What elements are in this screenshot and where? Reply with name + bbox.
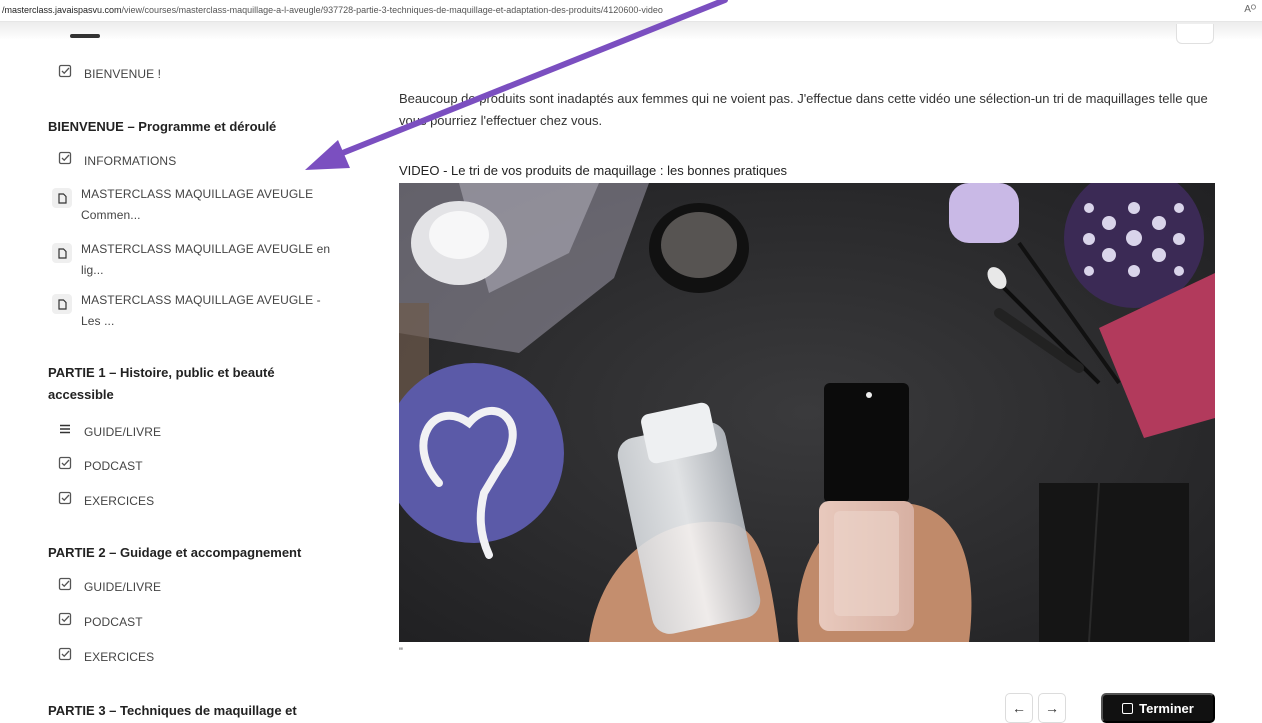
sidebar-item-podcast-2[interactable]: PODCAST — [58, 612, 143, 632]
sidebar-item-label: MASTERCLASS MAQUILLAGE AVEUGLE en lig... — [81, 242, 331, 277]
sidebar-item-label: PODCAST — [84, 615, 143, 629]
sidebar-item-informations[interactable]: INFORMATIONS — [58, 151, 176, 171]
sidebar-scroll-stub — [70, 34, 100, 38]
sidebar-item-masterclass-2[interactable]: MASTERCLASS MAQUILLAGE AVEUGLE en lig... — [52, 239, 331, 281]
section-title-bienvenue: BIENVENUE – Programme et déroulé — [48, 119, 277, 134]
url-host: /masterclass.javaispasvu.com — [2, 5, 122, 15]
sidebar-item-guide-livre-2[interactable]: GUIDE/LIVRE — [58, 577, 161, 597]
sidebar-item-label: INFORMATIONS — [84, 154, 177, 168]
sidebar-item-podcast-1[interactable]: PODCAST — [58, 456, 143, 476]
reader-mode-icon[interactable]: Aᴼ — [1244, 0, 1256, 20]
header-shadow — [0, 22, 1262, 40]
list-icon — [58, 422, 72, 436]
check-square-icon — [58, 491, 72, 505]
sidebar-item-label: EXERCICES — [84, 494, 155, 508]
section-title-partie-2: PARTIE 2 – Guidage et accompagnement — [48, 545, 302, 560]
check-square-icon — [58, 456, 72, 470]
document-icon — [52, 243, 72, 263]
video-frame-illustration — [399, 183, 1215, 642]
section-title-partie-1: PARTIE 1 – Histoire, public et beauté ac… — [48, 365, 275, 402]
sidebar-item-exercices-1[interactable]: EXERCICES — [58, 491, 154, 511]
sidebar-item-masterclass-1[interactable]: MASTERCLASS MAQUILLAGE AVEUGLE Commen... — [52, 184, 331, 226]
sidebar-item-bienvenue[interactable]: BIENVENUE ! — [58, 64, 161, 84]
sidebar-item-label: EXERCICES — [84, 650, 155, 664]
address-bar[interactable]: /masterclass.javaispasvu.com/view/course… — [0, 0, 1262, 22]
video-player[interactable] — [399, 183, 1215, 642]
sidebar-item-label: MASTERCLASS MAQUILLAGE AVEUGLE - Les ... — [81, 293, 321, 328]
finish-button-label: Terminer — [1139, 700, 1194, 716]
check-square-icon — [58, 612, 72, 626]
header-menu-button[interactable] — [1176, 24, 1214, 44]
url-path: /view/courses/masterclass-maquillage-a-l… — [121, 5, 663, 15]
check-square-icon — [58, 151, 72, 165]
sidebar-item-label: GUIDE/LIVRE — [84, 580, 162, 594]
sidebar-item-label: BIENVENUE ! — [84, 67, 162, 81]
checkbox-icon — [1122, 702, 1134, 714]
sidebar-item-label: GUIDE/LIVRE — [84, 425, 162, 439]
sidebar-item-label: MASTERCLASS MAQUILLAGE AVEUGLE Commen... — [81, 187, 314, 222]
lesson-description: Beaucoup de produits sont inadaptés aux … — [399, 91, 1208, 128]
finish-button[interactable]: Terminer — [1101, 693, 1215, 723]
sidebar-item-masterclass-3[interactable]: MASTERCLASS MAQUILLAGE AVEUGLE - Les ... — [52, 290, 331, 332]
check-square-icon — [58, 577, 72, 591]
next-button[interactable]: → — [1038, 693, 1066, 723]
sidebar-item-exercices-2[interactable]: EXERCICES — [58, 647, 154, 667]
course-sidebar: BIENVENUE ! BIENVENUE – Programme et dér… — [0, 44, 360, 723]
check-square-icon — [58, 64, 72, 78]
previous-button[interactable]: ← — [1005, 693, 1033, 723]
document-icon — [52, 188, 72, 208]
sidebar-item-guide-livre-1[interactable]: GUIDE/LIVRE — [58, 422, 161, 442]
sidebar-item-label: PODCAST — [84, 459, 143, 473]
section-title-partie-3: PARTIE 3 – Techniques de maquillage et — [48, 703, 297, 718]
video-title: VIDEO - Le tri de vos produits de maquil… — [399, 163, 788, 178]
document-icon — [52, 294, 72, 314]
check-square-icon — [58, 647, 72, 661]
stray-quote-text: " — [399, 646, 403, 658]
